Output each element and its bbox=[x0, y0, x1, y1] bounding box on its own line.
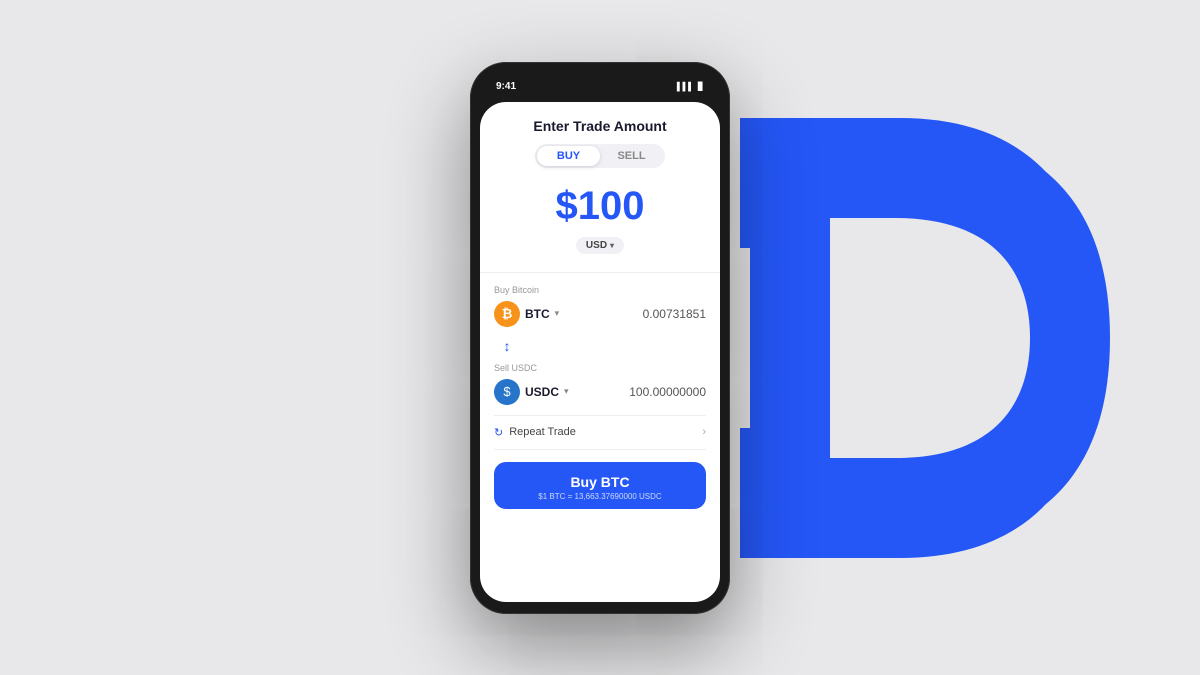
usdc-icon: $ bbox=[494, 379, 520, 405]
buy-section-label: Buy Bitcoin bbox=[494, 285, 706, 295]
btc-name: BTC bbox=[525, 307, 550, 321]
btc-amount: 0.00731851 bbox=[643, 307, 706, 321]
phone-screen: Enter Trade Amount BUY SELL $100 USD ▾ bbox=[480, 102, 720, 602]
screen-title: Enter Trade Amount bbox=[494, 118, 706, 134]
usdc-amount: 100.00000000 bbox=[629, 385, 706, 399]
swap-arrow[interactable]: ↕ bbox=[498, 337, 706, 355]
swap-arrow-icon: ↕ bbox=[498, 337, 516, 355]
repeat-trade-left: ↻ Repeat Trade bbox=[494, 426, 576, 439]
currency-label: USD bbox=[586, 240, 607, 251]
status-time: 9:41 bbox=[496, 81, 516, 92]
phone-shell: 9:41 ▌▌▌ ▊ Enter Trade Amount BUY SELL $… bbox=[470, 62, 730, 614]
screen-content: Enter Trade Amount BUY SELL $100 USD ▾ bbox=[480, 102, 720, 523]
signal-icon: ▌▌▌ bbox=[677, 82, 694, 91]
phone-container: 9:41 ▌▌▌ ▊ Enter Trade Amount BUY SELL $… bbox=[470, 62, 730, 614]
currency-selector[interactable]: USD ▾ bbox=[494, 237, 706, 254]
repeat-icon: ↻ bbox=[494, 426, 503, 439]
buy-toggle-button[interactable]: BUY bbox=[537, 146, 600, 166]
btc-selector[interactable]: ₿ BTC ▾ bbox=[494, 301, 559, 327]
currency-pill[interactable]: USD ▾ bbox=[576, 237, 624, 254]
status-icons: ▌▌▌ ▊ bbox=[677, 82, 704, 91]
buy-button-sublabel: $1 BTC = 13,663.37690000 USDC bbox=[504, 492, 696, 501]
buy-button-label: Buy BTC bbox=[504, 474, 696, 490]
btc-chevron: ▾ bbox=[555, 308, 560, 319]
repeat-chevron: › bbox=[702, 426, 706, 438]
trade-amount[interactable]: $100 bbox=[494, 184, 706, 229]
usdc-selector[interactable]: $ USDC ▾ bbox=[494, 379, 569, 405]
usdc-chevron: ▾ bbox=[564, 386, 569, 397]
divider-1 bbox=[480, 272, 720, 273]
repeat-trade-row[interactable]: ↻ Repeat Trade › bbox=[494, 415, 706, 450]
buy-trade-row: ₿ BTC ▾ 0.00731851 bbox=[494, 301, 706, 327]
sell-toggle-button[interactable]: SELL bbox=[600, 146, 663, 166]
buy-sell-toggle: BUY SELL bbox=[535, 144, 665, 168]
usdc-name: USDC bbox=[525, 385, 559, 399]
sell-section-label: Sell USDC bbox=[494, 363, 706, 373]
status-bar: 9:41 ▌▌▌ ▊ bbox=[480, 72, 720, 100]
repeat-label: Repeat Trade bbox=[509, 426, 576, 438]
battery-icon: ▊ bbox=[698, 82, 704, 91]
sell-trade-row: $ USDC ▾ 100.00000000 bbox=[494, 379, 706, 405]
currency-chevron: ▾ bbox=[610, 241, 614, 250]
background-d-shape bbox=[700, 88, 1120, 588]
notch bbox=[561, 78, 631, 96]
buy-button[interactable]: Buy BTC $1 BTC = 13,663.37690000 USDC bbox=[494, 462, 706, 509]
btc-icon: ₿ bbox=[494, 301, 520, 327]
